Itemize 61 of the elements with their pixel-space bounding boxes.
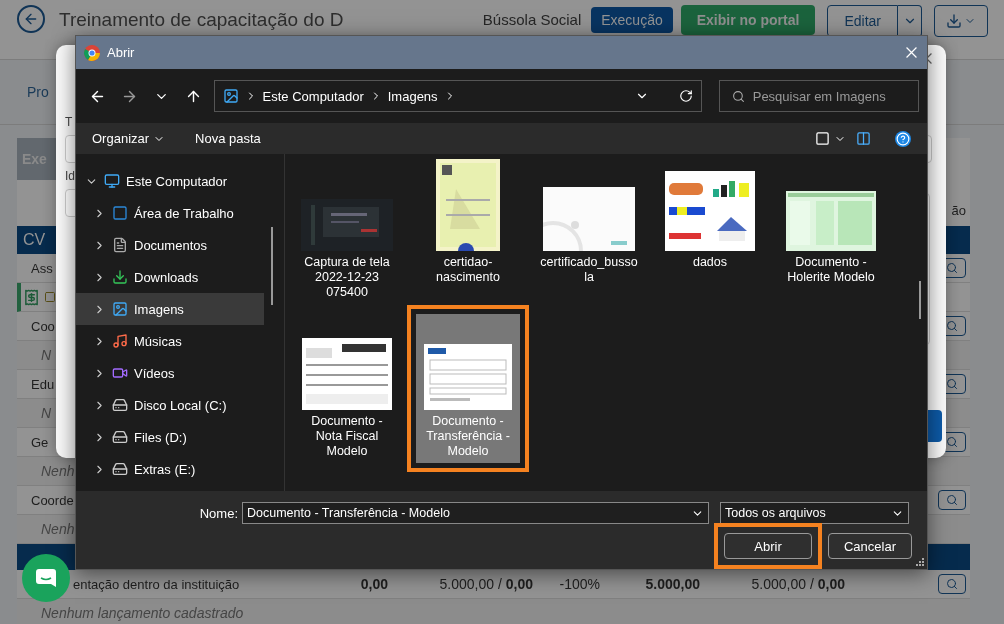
field-label: Id — [65, 169, 75, 183]
filename-field[interactable]: Documento - Transferência - Modelo — [242, 502, 709, 524]
tree-item[interactable]: Extras (E:) — [76, 453, 264, 485]
file-item[interactable]: Captura de tela 2022-12-23 075400 — [295, 155, 399, 304]
tree-item[interactable]: Documentos — [76, 229, 264, 261]
page-title: Treinamento de capacitação do D — [59, 9, 345, 31]
file-item[interactable]: certificado_bussola — [537, 155, 641, 289]
file-item[interactable]: dados — [658, 155, 762, 274]
file-name: Documento - Transferência - Modelo — [425, 414, 511, 459]
empty-message: N — [41, 347, 52, 363]
section-tab[interactable]: Pro — [27, 84, 49, 100]
file-type-select[interactable]: Todos os arquivos — [720, 502, 909, 524]
tree-item[interactable]: Downloads — [76, 261, 264, 293]
command-button[interactable]: Nova pasta — [195, 131, 261, 146]
table-cell: 5.000,00 / 0,00 — [439, 576, 533, 592]
table-cell: 5.000,00 / 0,00 — [751, 576, 845, 592]
address-bar[interactable]: Este Computador Imagens — [213, 80, 702, 112]
row-label: Coorde — [31, 492, 74, 508]
file-name: certificado_bussola — [539, 255, 639, 285]
cancel-button[interactable]: Cancelar — [828, 533, 912, 559]
search-field[interactable]: Pesquisar em Imagens — [718, 80, 919, 112]
column-header: CV — [23, 231, 46, 249]
table-cell: -100% — [559, 576, 600, 592]
file-item[interactable]: Documento - Transferência - Modelo — [416, 314, 520, 463]
column-label: ão — [951, 203, 967, 220]
file-item[interactable]: certidao-nascimento — [416, 155, 520, 289]
breadcrumb-item[interactable]: Este Computador — [262, 88, 364, 104]
row-label: Coo — [31, 318, 55, 334]
row-label: Ass — [31, 260, 53, 276]
table-cell: 0,00 — [360, 576, 388, 592]
file-name: dados — [691, 255, 729, 270]
tree-item[interactable]: Vídeos — [76, 357, 264, 389]
row-label: Ge — [31, 434, 49, 450]
file-name: Captura de tela 2022-12-23 075400 — [303, 255, 391, 300]
row-label: entação dentro da instituição — [73, 576, 240, 592]
row-label: Edu — [31, 376, 55, 392]
empty-message: N — [41, 405, 52, 421]
name-label: Nome: — [198, 505, 238, 521]
tree-item[interactable]: Files (D:) — [76, 421, 264, 453]
file-name: certidao-nascimento — [435, 255, 501, 285]
file-name: Documento - Nota Fiscal Modelo — [310, 414, 384, 459]
empty-message: Nenh — [41, 463, 75, 479]
window-title: Abrir — [107, 45, 136, 60]
tree-item[interactable]: Este Computador — [76, 165, 264, 197]
file-item[interactable]: Documento - Nota Fiscal Modelo — [295, 314, 399, 463]
breadcrumb-item[interactable]: Imagens — [387, 88, 438, 104]
tree-item[interactable]: Disco Local (C:) — [76, 389, 264, 421]
command-button[interactable]: Organizar — [92, 131, 166, 146]
file-item[interactable]: Documento - Holerite Modelo — [779, 155, 883, 289]
status-badge: Execução — [591, 7, 673, 33]
empty-message: Nenh — [41, 521, 75, 537]
table-cell: 5.000,00 — [645, 576, 700, 592]
tree-item[interactable]: Área de Trabalho — [76, 197, 264, 229]
file-name: Documento - Holerite Modelo — [786, 255, 876, 285]
program-name: Bússola Social — [482, 11, 582, 28]
edit-button[interactable]: Editar — [827, 5, 898, 37]
empty-message: Nenhum lançamento cadastrado — [41, 605, 244, 621]
field-label: T — [65, 115, 73, 129]
open-button[interactable]: Abrir — [724, 533, 812, 559]
tree-item[interactable]: Músicas — [76, 325, 264, 357]
tree-item[interactable]: Imagens — [76, 293, 264, 325]
